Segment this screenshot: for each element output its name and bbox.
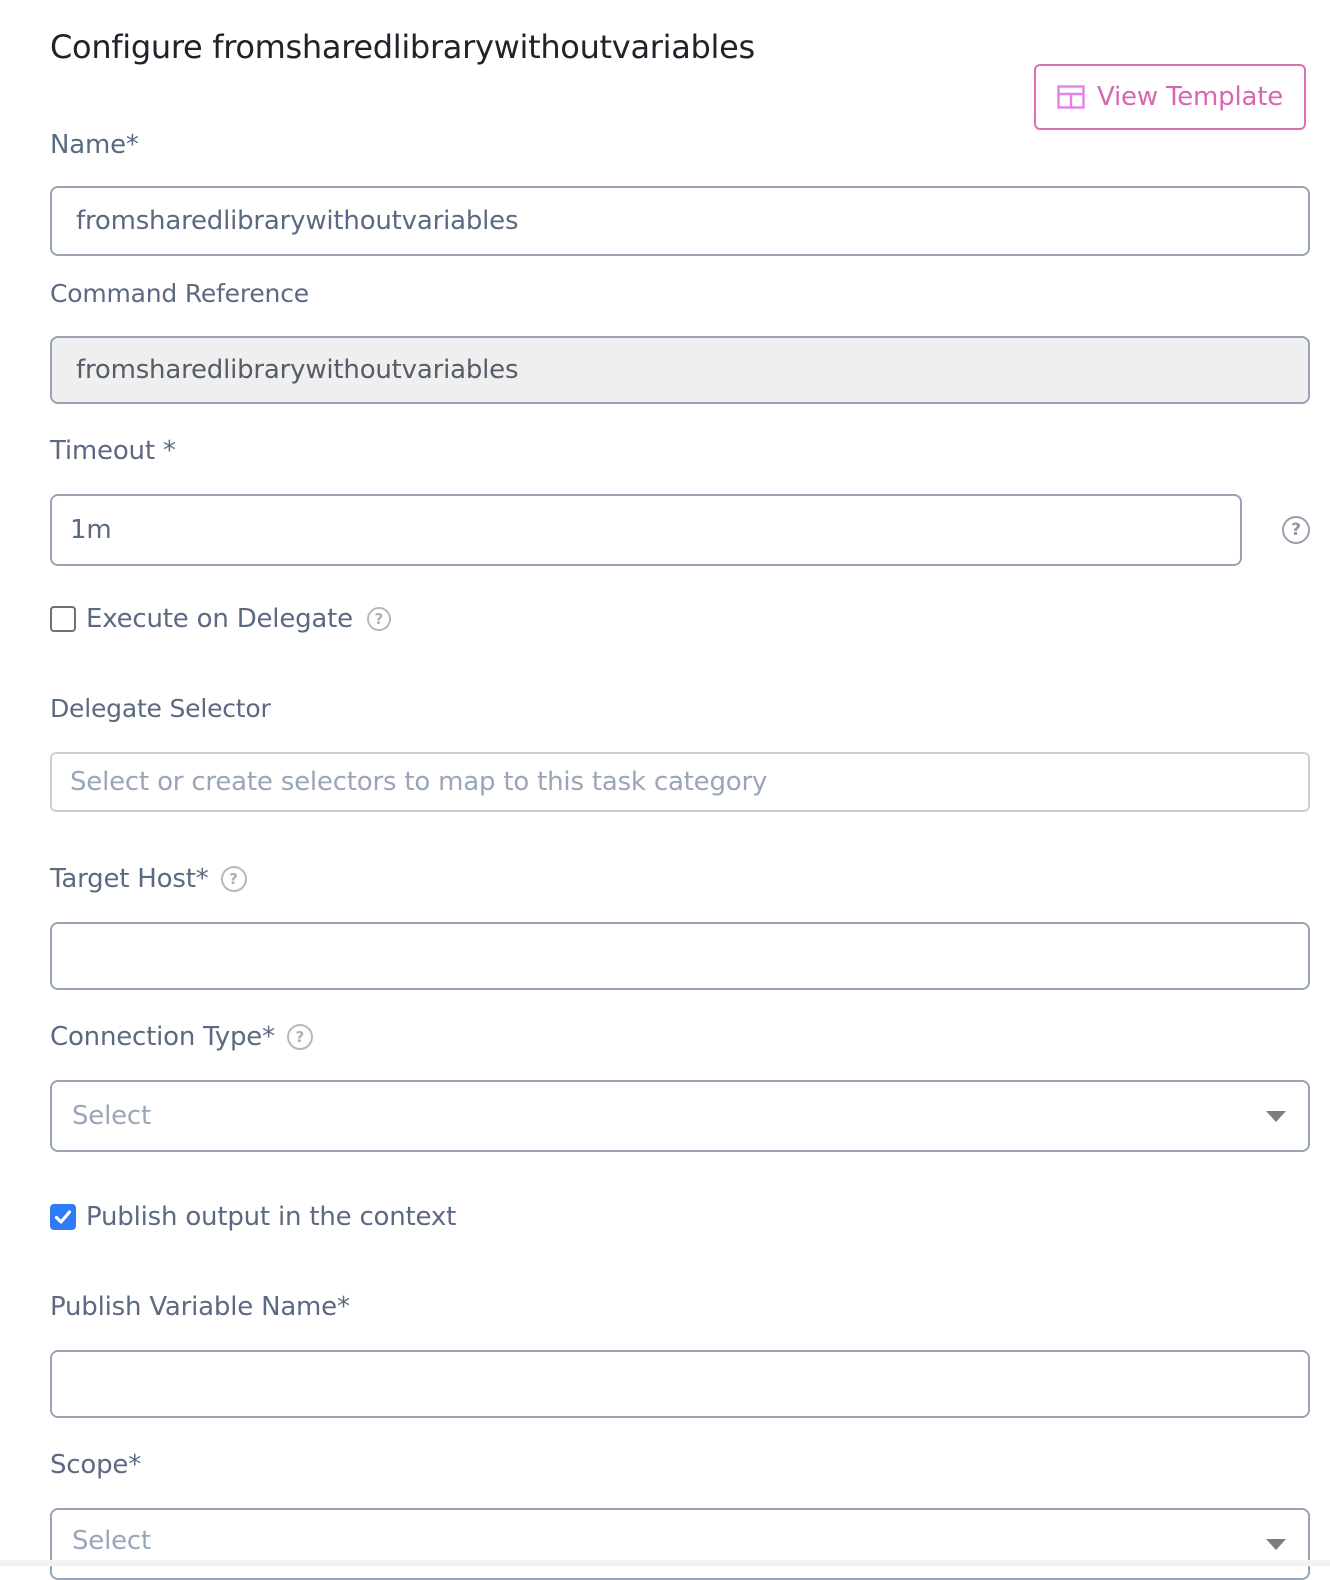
scope-placeholder: Select <box>72 1526 152 1556</box>
target-host-label: Target Host* <box>50 864 209 894</box>
scope-label: Scope* <box>50 1450 142 1480</box>
publish-output-row: Publish output in the context <box>50 1202 456 1232</box>
scope-select[interactable]: Select <box>50 1508 1310 1580</box>
page-title: Configure fromsharedlibrarywithoutvariab… <box>50 28 755 66</box>
target-host-help-icon[interactable]: ? <box>220 866 247 892</box>
bottom-scroll-edge <box>0 1560 1330 1566</box>
publish-output-label[interactable]: Publish output in the context <box>86 1202 456 1232</box>
execute-on-delegate-checkbox[interactable] <box>50 606 76 632</box>
chevron-down-icon <box>1266 1111 1286 1122</box>
connection-type-placeholder: Select <box>72 1101 152 1131</box>
check-icon <box>54 1210 72 1224</box>
connection-type-help-icon[interactable]: ? <box>286 1024 313 1050</box>
target-host-label-row: Target Host* ? <box>50 864 247 894</box>
template-layout-icon <box>1057 85 1085 109</box>
timeout-label: Timeout * <box>50 436 176 466</box>
timeout-input[interactable]: 1m <box>50 494 1242 566</box>
connection-type-label-row: Connection Type* ? <box>50 1022 313 1052</box>
publish-variable-name-input[interactable] <box>50 1350 1310 1418</box>
delegate-selector-label: Delegate Selector <box>50 694 271 723</box>
target-host-input[interactable] <box>50 922 1310 990</box>
connection-type-label: Connection Type* <box>50 1022 275 1052</box>
command-reference-value: fromsharedlibrarywithoutvariables <box>76 355 519 385</box>
command-reference-input: fromsharedlibrarywithoutvariables <box>50 336 1310 404</box>
name-input[interactable]: fromsharedlibrarywithoutvariables <box>50 186 1310 256</box>
publish-variable-name-label: Publish Variable Name* <box>50 1292 350 1322</box>
command-reference-label: Command Reference <box>50 279 309 308</box>
chevron-down-icon <box>1266 1539 1286 1550</box>
publish-output-checkbox[interactable] <box>50 1204 76 1230</box>
delegate-selector-input[interactable]: Select or create selectors to map to thi… <box>50 752 1310 812</box>
timeout-input-value: 1m <box>70 515 112 545</box>
execute-on-delegate-help-icon[interactable]: ? <box>366 607 391 631</box>
execute-on-delegate-label[interactable]: Execute on Delegate <box>86 604 353 634</box>
delegate-selector-placeholder: Select or create selectors to map to thi… <box>70 767 768 797</box>
execute-on-delegate-row: Execute on Delegate ? <box>50 604 391 634</box>
name-input-value: fromsharedlibrarywithoutvariables <box>76 206 519 236</box>
connection-type-select[interactable]: Select <box>50 1080 1310 1152</box>
view-template-label: View Template <box>1096 82 1283 112</box>
timeout-help-icon[interactable]: ? <box>1282 516 1310 544</box>
name-label: Name* <box>50 130 139 160</box>
view-template-button[interactable]: View Template <box>1034 64 1306 130</box>
